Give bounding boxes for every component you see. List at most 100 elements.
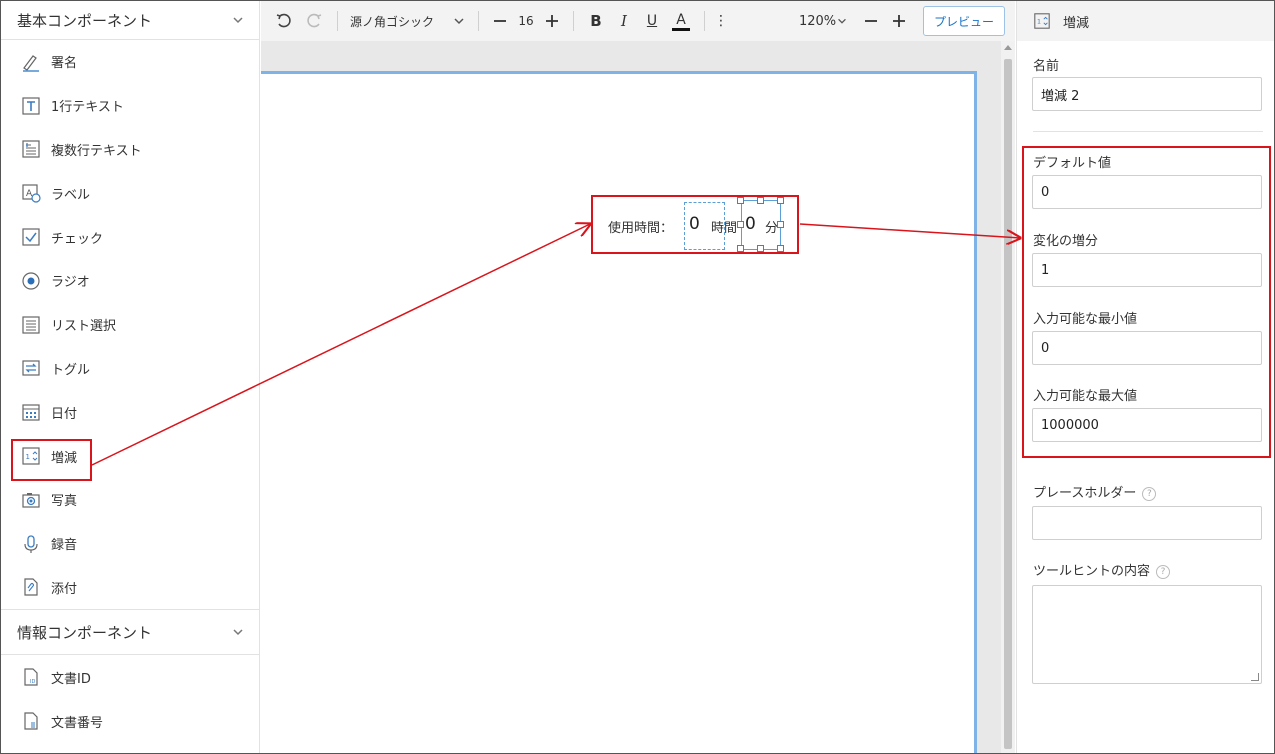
font-color-button[interactable]: A bbox=[666, 1, 696, 41]
sidebar-item-stepper[interactable]: 1 増減 bbox=[1, 434, 259, 478]
sidebar-item-label: ラジオ bbox=[51, 275, 90, 291]
divider bbox=[573, 11, 574, 31]
sidebar-item-label: 文書ID bbox=[51, 671, 91, 687]
resize-grip-icon[interactable] bbox=[1251, 673, 1259, 681]
zoom-value: 120% bbox=[798, 13, 837, 29]
font-size-increase-button[interactable] bbox=[539, 1, 565, 41]
italic-button[interactable]: I bbox=[610, 1, 638, 41]
min-value-label: 入力可能な最小値 bbox=[1033, 312, 1138, 327]
font-family-select[interactable]: 源ノ角ゴシック bbox=[346, 1, 470, 41]
group-basic-components-header[interactable]: 基本コンポーネント bbox=[1, 1, 259, 39]
undo-button[interactable] bbox=[269, 1, 299, 41]
chevron-down-icon bbox=[454, 18, 464, 25]
max-value-input[interactable]: 1000000 bbox=[1032, 408, 1262, 442]
resize-handle[interactable] bbox=[777, 221, 784, 228]
editor-toolbar: 源ノ角ゴシック 16 B I U A ⋮ 120% プレビュー bbox=[261, 1, 1015, 41]
properties-title: 増減 bbox=[1063, 15, 1090, 31]
underline-button[interactable]: U bbox=[638, 1, 666, 41]
sidebar-item-label-component[interactable]: A ラベル bbox=[1, 171, 259, 215]
sidebar-item-label: チェック bbox=[51, 231, 104, 247]
sidebar-item-attachment[interactable]: 添付 bbox=[1, 566, 259, 610]
sidebar-item-label: 写真 bbox=[51, 494, 78, 510]
more-options-button[interactable]: ⋮ bbox=[713, 1, 729, 41]
properties-header: 1 増減 bbox=[1017, 1, 1274, 41]
tooltip-label: ツールヒントの内容? bbox=[1033, 560, 1171, 579]
sidebar-item-document-number[interactable]: 文書番号 bbox=[1, 699, 259, 743]
minus-icon bbox=[864, 20, 877, 22]
stepper-widget[interactable]: 使用時間： 0 時間 0 分 bbox=[591, 195, 799, 254]
min-value-input[interactable]: 0 bbox=[1032, 331, 1262, 365]
minutes-value: 0 bbox=[745, 214, 756, 234]
help-icon[interactable]: ? bbox=[1142, 486, 1157, 501]
svg-text:ID: ID bbox=[30, 679, 35, 685]
scroll-up-icon[interactable] bbox=[1004, 45, 1012, 50]
sidebar-item-label: 複数行テキスト bbox=[51, 143, 142, 159]
default-value-input[interactable]: 0 bbox=[1032, 175, 1262, 209]
preview-button[interactable]: プレビュー bbox=[922, 6, 1005, 36]
help-icon[interactable]: ? bbox=[1156, 564, 1171, 579]
group-info-components-header[interactable]: 情報コンポーネント bbox=[1, 610, 259, 654]
resize-handle[interactable] bbox=[737, 245, 744, 252]
properties-panel: 1 増減 名前 増減 2 デフォルト値 0 変化の増分 1 入力可能な最小値 0… bbox=[1016, 1, 1274, 753]
sidebar-item-label: 添付 bbox=[51, 581, 78, 597]
label-icon: A bbox=[21, 183, 41, 203]
sidebar-item-label: 署名 bbox=[51, 56, 78, 72]
sidebar-item-check[interactable]: チェック bbox=[1, 215, 259, 259]
checkbox-icon bbox=[21, 227, 41, 247]
sidebar-item-label: 文書番号 bbox=[51, 715, 104, 731]
chevron-down-icon bbox=[838, 18, 847, 24]
stepper-icon: 1 bbox=[21, 446, 41, 466]
sidebar-item-photo[interactable]: 写真 bbox=[1, 478, 259, 522]
font-family-value: 源ノ角ゴシック bbox=[350, 14, 435, 29]
undo-icon bbox=[276, 13, 291, 28]
attachment-icon bbox=[21, 577, 41, 597]
resize-handle[interactable] bbox=[777, 245, 784, 252]
sidebar-item-document-id[interactable]: ID 文書ID bbox=[1, 655, 259, 699]
multiline-text-icon bbox=[21, 139, 41, 159]
zoom-in-button[interactable] bbox=[885, 1, 913, 41]
resize-handle[interactable] bbox=[777, 197, 784, 204]
sidebar-item-list-select[interactable]: リスト選択 bbox=[1, 303, 259, 347]
font-size-decrease-button[interactable] bbox=[487, 1, 513, 41]
microphone-icon bbox=[21, 534, 41, 554]
redo-button[interactable] bbox=[299, 1, 329, 41]
sidebar-item-label: 日付 bbox=[51, 406, 78, 422]
divider bbox=[337, 11, 338, 31]
sidebar-item-label: トグル bbox=[51, 362, 91, 378]
sidebar-item-label: ラベル bbox=[51, 187, 91, 203]
zoom-out-button[interactable] bbox=[857, 1, 885, 41]
plus-icon bbox=[892, 15, 905, 27]
zoom-select[interactable]: 120% bbox=[799, 1, 857, 41]
sidebar-item-label: リスト選択 bbox=[51, 319, 117, 335]
resize-handle[interactable] bbox=[757, 245, 764, 252]
font-size-value[interactable]: 16 bbox=[513, 1, 539, 41]
resize-handle[interactable] bbox=[737, 197, 744, 204]
sidebar-item-date[interactable]: 日付 bbox=[1, 390, 259, 434]
font-color-glyph: A bbox=[672, 12, 690, 31]
sidebar-item-multiline-text[interactable]: 複数行テキスト bbox=[1, 128, 259, 172]
document-page[interactable] bbox=[261, 71, 977, 753]
svg-text:1: 1 bbox=[26, 453, 30, 461]
name-input[interactable]: 増減 2 bbox=[1032, 77, 1262, 111]
resize-handle[interactable] bbox=[757, 197, 764, 204]
divider bbox=[1033, 131, 1263, 132]
sidebar-item-recording[interactable]: 録音 bbox=[1, 522, 259, 566]
tooltip-textarea[interactable] bbox=[1032, 585, 1262, 684]
sidebar-item-toggle[interactable]: トグル bbox=[1, 347, 259, 391]
canvas-scrollbar[interactable] bbox=[1001, 41, 1015, 753]
bold-button[interactable]: B bbox=[582, 1, 610, 41]
sidebar-item-single-line-text[interactable]: 1行テキスト bbox=[1, 84, 259, 128]
name-label: 名前 bbox=[1033, 59, 1060, 74]
scrollbar-thumb[interactable] bbox=[1004, 59, 1012, 749]
placeholder-label-text: プレースホルダー bbox=[1033, 486, 1137, 501]
redo-icon bbox=[307, 13, 322, 28]
radio-icon bbox=[21, 271, 41, 291]
sidebar-item-radio[interactable]: ラジオ bbox=[1, 259, 259, 303]
placeholder-input[interactable] bbox=[1032, 506, 1262, 540]
resize-handle[interactable] bbox=[737, 221, 744, 228]
sidebar-item-signature[interactable]: 署名 bbox=[1, 40, 259, 84]
minus-icon bbox=[494, 20, 506, 22]
component-sidebar: 基本コンポーネント 署名 1行テキスト 複数行テキスト A ラベル チェック ラ… bbox=[1, 1, 260, 753]
svg-text:1: 1 bbox=[1037, 19, 1041, 26]
step-increment-input[interactable]: 1 bbox=[1032, 253, 1262, 287]
